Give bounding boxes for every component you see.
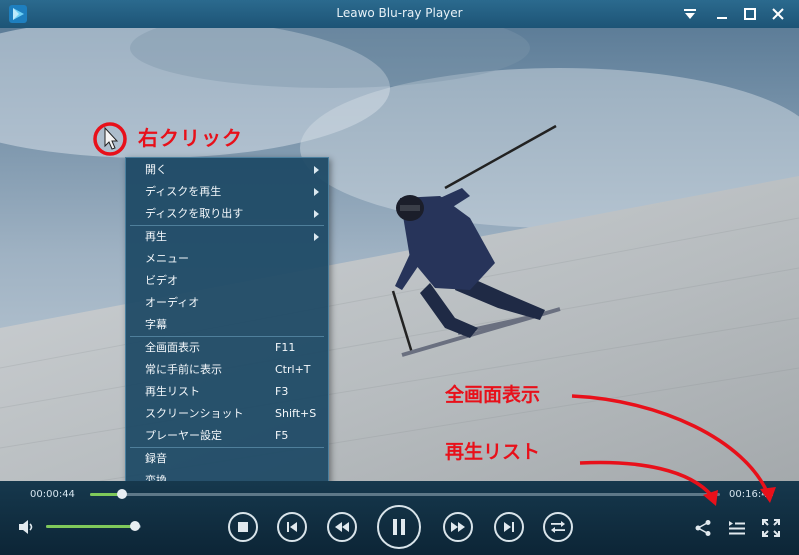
playlist-button[interactable] (726, 517, 748, 539)
window-menu-button[interactable] (679, 3, 701, 25)
menu-item-label: ディスクを取り出す (145, 207, 244, 220)
menu-item-shortcut: F5 (275, 429, 289, 442)
menu-item-playlist[interactable]: 再生リスト F3 (126, 381, 328, 403)
close-icon (772, 8, 784, 20)
volume-handle[interactable] (130, 521, 141, 531)
menu-item-shortcut: Shift+S (275, 407, 317, 420)
menu-item-label: 常に手前に表示 (145, 363, 222, 376)
skip-previous-icon (287, 522, 297, 532)
pause-button[interactable] (377, 505, 421, 549)
minimize-icon (717, 17, 727, 19)
right-click-label: 右クリック (138, 126, 243, 150)
stop-icon (238, 522, 248, 532)
context-menu-group-open: 開く ディスクを再生 ディスクを取り出す (126, 159, 328, 225)
previous-button[interactable] (277, 512, 307, 542)
menu-item-shortcut: F11 (275, 341, 296, 354)
menu-item-label: ディスクを再生 (145, 185, 222, 198)
menu-item-label: 全画面表示 (145, 341, 200, 354)
menu-item-screenshot[interactable]: スクリーンショット Shift+S (126, 403, 328, 425)
menu-item-open[interactable]: 開く (126, 159, 328, 181)
maximize-button[interactable] (739, 3, 761, 25)
menu-item-always-on-top[interactable]: 常に手前に表示 Ctrl+T (126, 359, 328, 381)
menu-item-record[interactable]: 録音 (126, 448, 328, 470)
menu-item-audio[interactable]: オーディオ (126, 292, 328, 314)
menu-item-play-disc[interactable]: ディスクを再生 (126, 181, 328, 203)
fullscreen-icon (762, 519, 780, 537)
title-bar: Leawo Blu-ray Player (0, 0, 799, 28)
loop-button[interactable] (543, 512, 573, 542)
submenu-arrow-icon (314, 233, 319, 241)
submenu-arrow-icon (314, 210, 319, 218)
context-menu: 開く ディスクを再生 ディスクを取り出す 再生 メニュー ビデオ オーディオ 字… (125, 157, 329, 481)
menu-item-label: 再生 (145, 230, 167, 243)
fullscreen-annotation: 全画面表示 (445, 384, 541, 406)
maximize-icon (744, 8, 756, 20)
share-button[interactable] (692, 517, 714, 539)
share-icon (695, 520, 711, 536)
context-menu-group-view: 全画面表示 F11 常に手前に表示 Ctrl+T 再生リスト F3 スクリーンショット… (126, 337, 328, 447)
volume-level (46, 525, 136, 528)
volume-slider[interactable] (46, 521, 141, 531)
menu-item-convert[interactable]: 変換 (126, 470, 328, 481)
seek-bar[interactable] (90, 489, 720, 499)
player-window: Leawo Blu-ray Player 開く ディスクを再生 ディスクを取り出… (0, 0, 799, 555)
menu-item-eject-disc[interactable]: ディスクを取り出す (126, 203, 328, 225)
menu-item-shortcut: Ctrl+T (275, 363, 311, 376)
fast-forward-icon (451, 522, 465, 532)
rewind-button[interactable] (327, 512, 357, 542)
minimize-button[interactable] (711, 3, 733, 25)
rewind-icon (335, 522, 349, 532)
menu-item-label: スクリーンショット (145, 407, 244, 420)
context-menu-group-tools: 録音 変換 (126, 448, 328, 481)
menu-item-shortcut: F3 (275, 385, 289, 398)
video-frame[interactable]: 開く ディスクを再生 ディスクを取り出す 再生 メニュー ビデオ オーディオ 字… (0, 28, 799, 481)
menu-item-menu[interactable]: メニュー (126, 248, 328, 270)
menu-item-label: メニュー (145, 252, 189, 265)
menu-item-video[interactable]: ビデオ (126, 270, 328, 292)
stop-button[interactable] (228, 512, 258, 542)
pause-icon (393, 519, 405, 535)
speaker-icon[interactable] (18, 519, 36, 535)
repeat-icon (551, 521, 565, 533)
menu-item-label: プレーヤー設定 (145, 429, 222, 442)
submenu-arrow-icon (314, 188, 319, 196)
menu-item-subtitles[interactable]: 字幕 (126, 314, 328, 336)
playlist-icon (729, 521, 745, 535)
playlist-annotation: 再生リスト (445, 441, 541, 463)
submenu-arrow-icon (314, 166, 319, 174)
video-scene (0, 28, 799, 481)
menu-item-fullscreen[interactable]: 全画面表示 F11 (126, 337, 328, 359)
menu-item-label: 録音 (145, 452, 167, 465)
menu-item-label: オーディオ (145, 296, 200, 309)
close-button[interactable] (767, 3, 789, 25)
control-bar: 00:00:44 00:16:45 (0, 481, 799, 555)
triangle-down-icon (684, 9, 696, 19)
skip-next-icon (504, 522, 514, 532)
fast-forward-button[interactable] (443, 512, 473, 542)
menu-item-play[interactable]: 再生 (126, 226, 328, 248)
current-time: 00:00:44 (30, 489, 75, 500)
menu-item-label: 開く (145, 163, 167, 176)
next-button[interactable] (494, 512, 524, 542)
menu-item-label: 変換 (145, 474, 167, 481)
fullscreen-button[interactable] (760, 517, 782, 539)
menu-item-player-settings[interactable]: プレーヤー設定 F5 (126, 425, 328, 447)
menu-item-label: 再生リスト (145, 385, 200, 398)
context-menu-group-playback: 再生 メニュー ビデオ オーディオ 字幕 (126, 226, 328, 336)
menu-item-label: 字幕 (145, 318, 167, 331)
seek-handle[interactable] (117, 489, 128, 499)
menu-item-label: ビデオ (145, 274, 178, 287)
total-time: 00:16:45 (729, 489, 774, 500)
